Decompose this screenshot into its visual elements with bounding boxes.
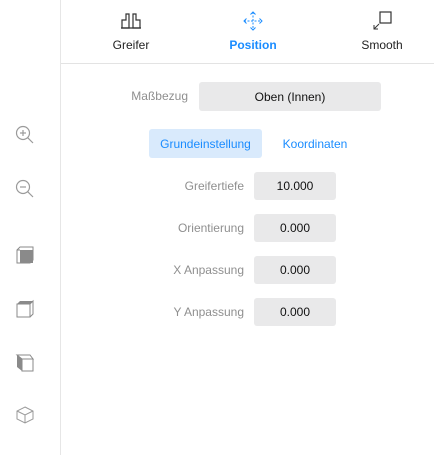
tab-bar: Greifer Position Smooth (61, 0, 434, 64)
cube-iso-view-icon[interactable] (14, 404, 36, 426)
cube-front-view-icon[interactable] (14, 244, 36, 266)
cube-top-view-icon[interactable] (14, 298, 36, 320)
segment-coordinates[interactable]: Koordinaten (270, 129, 360, 158)
view-toolbar (0, 0, 61, 455)
field-label: Greifertiefe (184, 179, 244, 193)
cube-side-view-icon[interactable] (14, 352, 36, 374)
reference-label: Maßbezug (131, 89, 188, 103)
tab-smooth-label: Smooth (361, 38, 403, 52)
field-label: Y Anpassung (173, 305, 244, 319)
tab-position[interactable]: Position (208, 0, 298, 64)
tab-smooth[interactable]: Smooth (337, 0, 427, 64)
y-anpassung-input[interactable]: 0.000 (254, 298, 336, 326)
gripper-icon (119, 10, 143, 32)
tab-greifer-label: Greifer (112, 38, 150, 52)
orientierung-input[interactable]: 0.000 (254, 214, 336, 242)
x-anpassung-input[interactable]: 0.000 (254, 256, 336, 284)
tab-position-label: Position (229, 38, 277, 52)
expand-corner-icon (371, 10, 393, 32)
segment-basic-settings[interactable]: Grundeinstellung (149, 129, 262, 158)
zoom-out-icon[interactable] (14, 178, 36, 200)
field-label: X Anpassung (173, 263, 244, 277)
tab-greifer[interactable]: Greifer (86, 0, 176, 64)
reference-select[interactable]: Oben (Innen) (199, 82, 381, 111)
zoom-in-icon[interactable] (14, 124, 36, 146)
move-arrows-icon (242, 10, 264, 32)
gripper-settings-panel: Greifer Position Smooth Maßbezug Oben (I… (0, 0, 434, 455)
field-label: Orientierung (177, 221, 244, 235)
greifertiefe-input[interactable]: 10.000 (254, 172, 336, 200)
